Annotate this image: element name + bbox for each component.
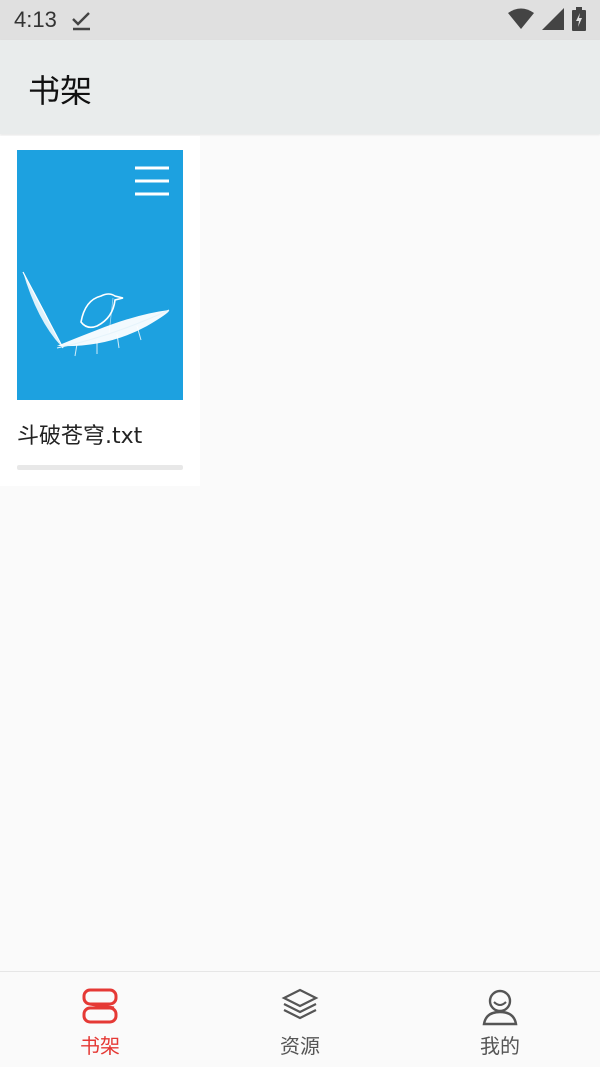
nav-label-mine: 我的 — [480, 1034, 520, 1058]
bottom-navigation: 书架 资源 我的 — [0, 971, 600, 1067]
book-title[interactable]: 斗破苍穹.txt — [17, 418, 142, 450]
status-time: 4:13 — [14, 7, 57, 32]
nav-item-mine[interactable]: 我的 — [400, 972, 600, 1067]
app-bar: 书架 — [0, 40, 600, 134]
signal-icon — [542, 8, 564, 30]
wifi-icon — [508, 8, 534, 29]
status-bar: 4:13 — [0, 0, 600, 40]
page-title: 书架 — [28, 72, 93, 110]
reading-progress-bar — [17, 465, 183, 470]
battery-icon — [572, 7, 586, 31]
book-cover[interactable] — [17, 150, 183, 400]
nav-item-resources[interactable]: 资源 — [200, 972, 400, 1067]
nav-item-bookshelf[interactable]: 书架 — [0, 972, 200, 1067]
layers-icon — [281, 988, 319, 1020]
bookshelf-icon — [82, 988, 118, 1024]
feather-bird-illustration — [22, 271, 170, 357]
nav-label-bookshelf: 书架 — [80, 1034, 120, 1058]
person-icon — [482, 989, 518, 1026]
book-card[interactable]: 斗破苍穹.txt — [0, 136, 200, 486]
download-complete-icon — [72, 12, 90, 31]
nav-label-resources: 资源 — [280, 1034, 320, 1058]
